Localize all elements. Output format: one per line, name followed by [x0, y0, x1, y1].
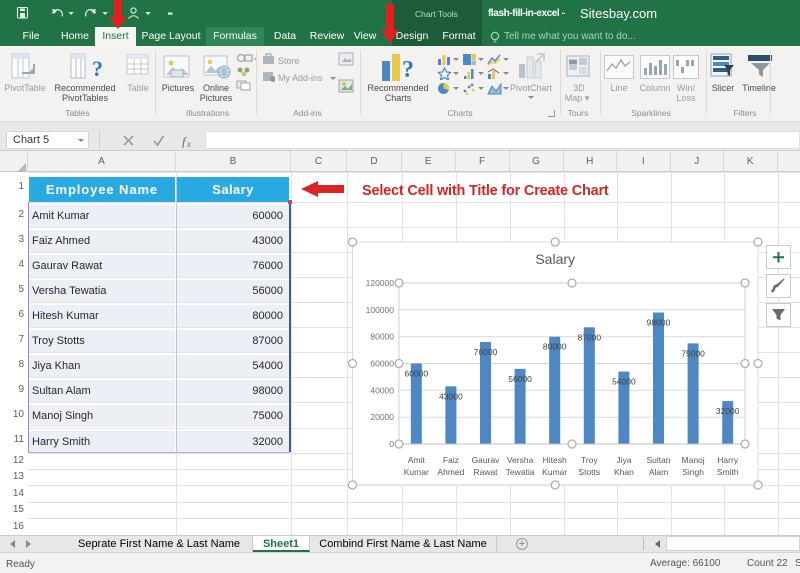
svg-text:43000: 43000: [439, 391, 463, 401]
svg-text:Gaurav: Gaurav: [472, 455, 501, 465]
svg-text:Singh: Singh: [682, 467, 704, 477]
svg-text:Kumar: Kumar: [404, 467, 429, 477]
svg-text:Alam: Alam: [649, 467, 668, 477]
svg-text:x: x: [186, 139, 191, 148]
svg-text:Versha: Versha: [507, 455, 534, 465]
svg-text:98000: 98000: [647, 318, 671, 328]
svg-text:60000: 60000: [404, 369, 428, 379]
svg-text:56000: 56000: [508, 374, 532, 384]
svg-text:80000: 80000: [370, 332, 394, 342]
svg-text:80000: 80000: [543, 342, 567, 352]
svg-text:Troy: Troy: [581, 455, 598, 465]
svg-text:32000: 32000: [716, 406, 740, 416]
svg-text:Kumar: Kumar: [542, 467, 567, 477]
svg-text:Khan: Khan: [614, 467, 634, 477]
svg-text:76000: 76000: [474, 347, 498, 357]
svg-text:40000: 40000: [370, 385, 394, 395]
svg-text:Sultan: Sultan: [646, 455, 670, 465]
svg-text:Faiz: Faiz: [443, 455, 459, 465]
svg-text:?: ?: [92, 56, 102, 81]
svg-text:Manoj: Manoj: [682, 455, 705, 465]
svg-text:87000: 87000: [577, 332, 601, 342]
svg-text:0: 0: [389, 439, 394, 449]
svg-text:20000: 20000: [370, 412, 394, 422]
svg-text:100000: 100000: [366, 305, 395, 315]
svg-text:Smith: Smith: [717, 467, 739, 477]
svg-text:?: ?: [402, 57, 414, 83]
svg-text:Harry: Harry: [717, 455, 739, 465]
svg-text:75000: 75000: [681, 348, 705, 358]
svg-text:Rawat: Rawat: [473, 467, 498, 477]
svg-text:60000: 60000: [370, 359, 394, 369]
svg-text:Salary: Salary: [535, 251, 575, 267]
svg-text:Jiya: Jiya: [616, 455, 631, 465]
svg-text:Hitesh: Hitesh: [543, 455, 567, 465]
svg-text:120000: 120000: [366, 278, 395, 288]
svg-text:Ahmed: Ahmed: [437, 467, 464, 477]
svg-text:54000: 54000: [612, 377, 636, 387]
svg-text:Stotts: Stotts: [578, 467, 600, 477]
svg-text:Amit: Amit: [408, 455, 426, 465]
svg-text:Tewatia: Tewatia: [506, 467, 535, 477]
